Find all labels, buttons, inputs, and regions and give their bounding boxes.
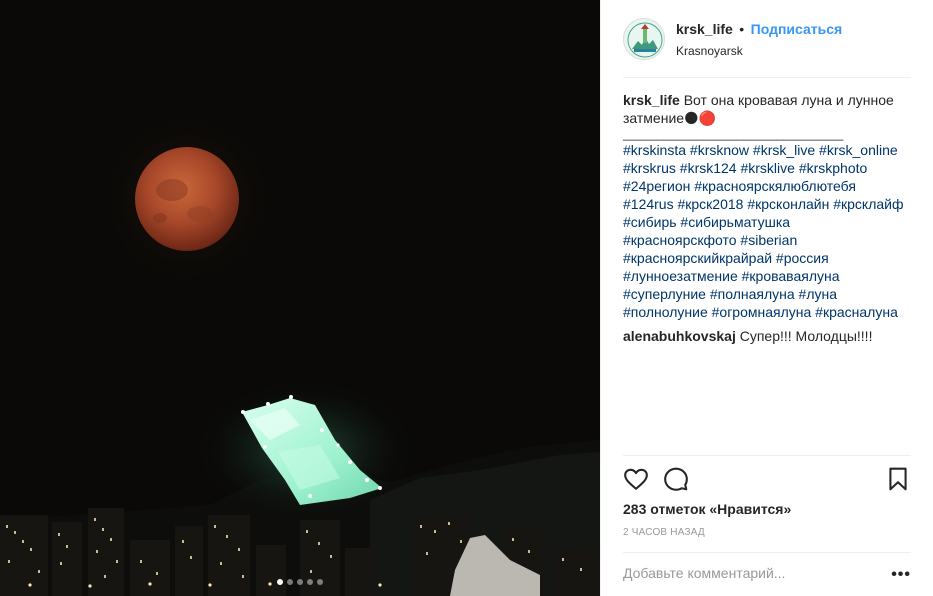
post-photo[interactable] [0,0,600,596]
post-side-panel: krsk_life • Подписаться Krasnoyarsk krsk… [600,0,933,596]
caption-username[interactable]: krsk_life [623,92,680,108]
separator-dot: • [739,21,745,37]
carousel-dot-1[interactable] [277,579,283,585]
blood-moon [135,147,239,251]
carousel-dot-5[interactable] [317,579,323,585]
carousel-indicator[interactable] [0,579,600,585]
carousel-dot-3[interactable] [297,579,303,585]
more-options-icon[interactable]: ••• [891,566,911,584]
post-header: krsk_life • Подписаться Krasnoyarsk [623,16,911,78]
save-button[interactable] [885,466,911,492]
post-actions: 283 отметок «Нравится» 2 ЧАСОВ НАЗАД [623,455,911,551]
caption: krsk_life Вот она кровавая луна и лунное… [623,91,915,321]
location-link[interactable]: Krasnoyarsk [676,44,842,58]
carousel-dot-2[interactable] [287,579,293,585]
post-timestamp[interactable]: 2 ЧАСОВ НАЗАД [623,527,705,538]
comment-bubble-icon [664,467,688,491]
bookmark-icon [889,467,907,491]
follow-button[interactable]: Подписаться [751,21,843,37]
add-comment-section: ••• [623,552,911,596]
like-button[interactable] [623,466,649,492]
comment-text: Супер!!! Молодцы!!!! [739,328,873,344]
post-header-text: krsk_life • Подписаться Krasnoyarsk [676,21,842,58]
comment-input[interactable] [623,565,873,581]
heart-icon [624,468,648,490]
comment: alenabuhkovskaj Супер!!! Молодцы!!!! [623,327,915,345]
comment-username[interactable]: alenabuhkovskaj [623,328,736,344]
carousel-dot-4[interactable] [307,579,313,585]
username-link[interactable]: krsk_life [676,21,733,37]
lunar-eclipse-photo [0,0,600,596]
caption-hashtags[interactable]: #krskinsta #krsknow #krsk_live #krsk_onl… [623,141,915,321]
avatar[interactable] [623,18,665,60]
krsk-city-logo-icon [625,20,664,59]
comments-list: krsk_life Вот она кровавая луна и лунное… [623,91,915,345]
likes-count[interactable]: 283 отметок «Нравится» [623,501,791,517]
comment-button[interactable] [663,466,689,492]
caption-divider: _________________________________ [623,127,844,141]
